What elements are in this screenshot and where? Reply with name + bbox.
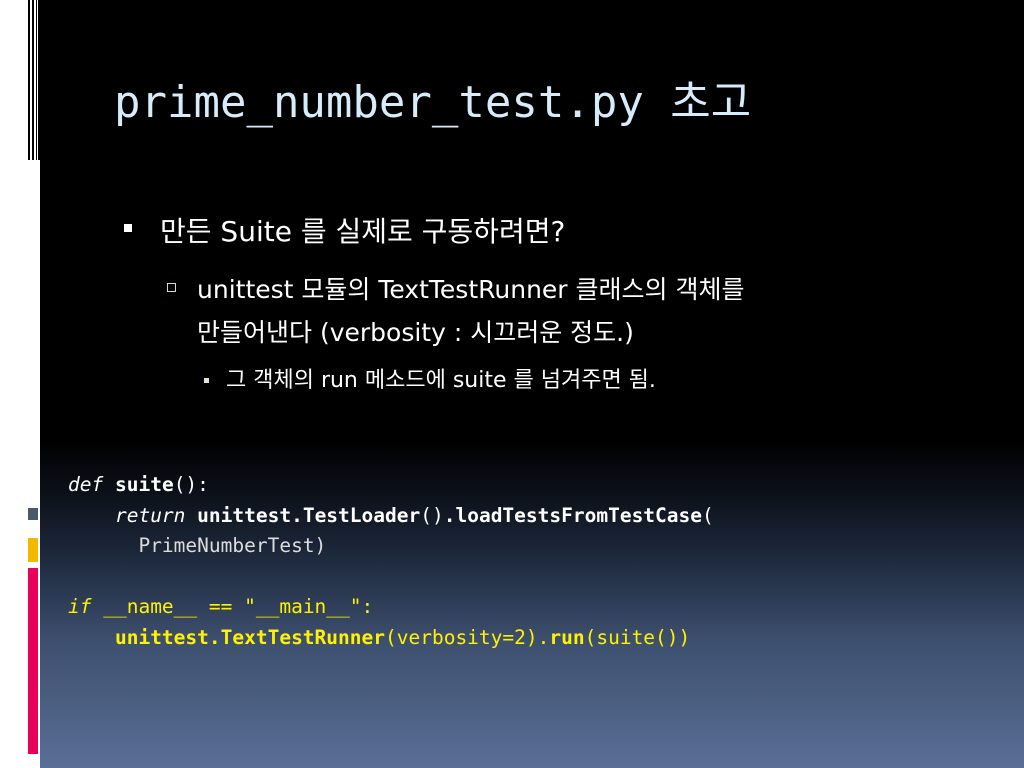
code-testloader-parens: () <box>420 503 444 527</box>
left-decorative-strip <box>0 0 40 768</box>
code-main-condition: __name__ == "__main__": <box>103 595 374 618</box>
bullet-hollow-square-marker <box>167 283 176 292</box>
code-dot: . <box>443 503 456 527</box>
bullet-square-marker <box>124 224 132 232</box>
code-run-args: (suite()) <box>584 625 691 649</box>
strip-bar <box>36 0 37 160</box>
code-runner-args: (verbosity=2). <box>385 625 550 649</box>
strip-vertical-bars <box>28 0 40 160</box>
code-load-method: loadTestsFromTestCase <box>455 503 703 527</box>
code-keyword-if: if <box>68 595 92 618</box>
strip-block-pink <box>28 568 38 754</box>
bullet-level1: 만든 Suite 를 실제로 구동하려면? <box>160 215 566 248</box>
code-open-paren: ( <box>702 503 714 527</box>
code-keyword-return: return <box>114 503 186 527</box>
code-block: def suite(): return unittest.TestLoader(… <box>68 470 714 653</box>
strip-bar <box>28 0 30 160</box>
code-func-parens: (): <box>173 473 209 496</box>
slide-title: prime_number_test.py 초고 <box>114 77 752 128</box>
strip-block-gray <box>28 508 38 520</box>
strip-bar <box>32 0 34 160</box>
bullet-level2-line2: 만들어낸다 (verbosity : 시끄러운 정도.) <box>197 318 634 347</box>
bullet-level2-line1: unittest 모듈의 TextTestRunner 클래스의 객체를 <box>197 275 745 304</box>
code-runner-class: unittest.TextTestRunner <box>114 625 385 649</box>
bullet-level3: 그 객체의 run 메소드에 suite 를 넘겨주면 됨. <box>226 368 656 393</box>
code-testloader: unittest.TestLoader <box>197 503 421 527</box>
strip-block-yellow <box>28 538 38 562</box>
code-arg-class: PrimeNumberTest) <box>138 534 327 557</box>
strip-block-gap <box>28 530 38 536</box>
bullet-small-square-marker <box>204 378 209 383</box>
code-run-method: run <box>549 625 585 649</box>
code-func-name: suite <box>114 473 174 496</box>
strip-bar <box>38 0 40 160</box>
code-keyword-def: def <box>68 473 104 496</box>
